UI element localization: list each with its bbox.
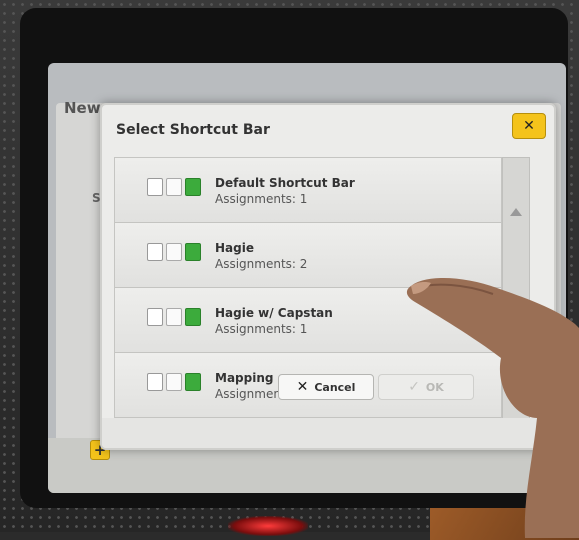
implement-icon — [166, 243, 182, 261]
tractor-icon — [147, 373, 163, 391]
status-light — [228, 516, 308, 536]
item-name: Hagie w/ Capstan — [215, 306, 333, 320]
list-item-default-shortcut-bar[interactable]: Default Shortcut Bar Assignments: 1 — [115, 158, 501, 223]
cancel-x-icon: ✕ — [296, 379, 309, 395]
shortcut-icons — [147, 178, 201, 196]
item-assignments: Assignments: 1 — [215, 322, 308, 336]
dialog-title: Select Shortcut Bar — [116, 122, 270, 138]
item-name: Hagie — [215, 241, 254, 255]
pointing-hand — [406, 278, 579, 538]
cancel-label: Cancel — [314, 380, 356, 394]
tractor-icon — [147, 308, 163, 326]
background-window-title: New — [64, 99, 101, 117]
item-assignments: Assignments: 1 — [215, 192, 308, 206]
green-grid-icon — [185, 308, 201, 326]
item-name: Mapping — [215, 371, 274, 385]
implement-icon — [166, 373, 182, 391]
scroll-up-arrow-icon[interactable] — [510, 208, 522, 216]
shortcut-icons — [147, 243, 201, 261]
item-assignments: Assignments: 2 — [215, 257, 308, 271]
shortcut-icons — [147, 373, 201, 391]
green-grid-icon — [185, 243, 201, 261]
shortcut-icons — [147, 308, 201, 326]
item-name: Default Shortcut Bar — [215, 176, 355, 190]
green-grid-icon — [185, 373, 201, 391]
implement-icon — [166, 308, 182, 326]
green-grid-icon — [185, 178, 201, 196]
tractor-icon — [147, 178, 163, 196]
close-button[interactable]: ✕ — [512, 113, 546, 139]
tractor-icon — [147, 243, 163, 261]
implement-icon — [166, 178, 182, 196]
cancel-button[interactable]: ✕ Cancel — [278, 374, 374, 400]
close-x-icon: ✕ — [523, 118, 535, 134]
